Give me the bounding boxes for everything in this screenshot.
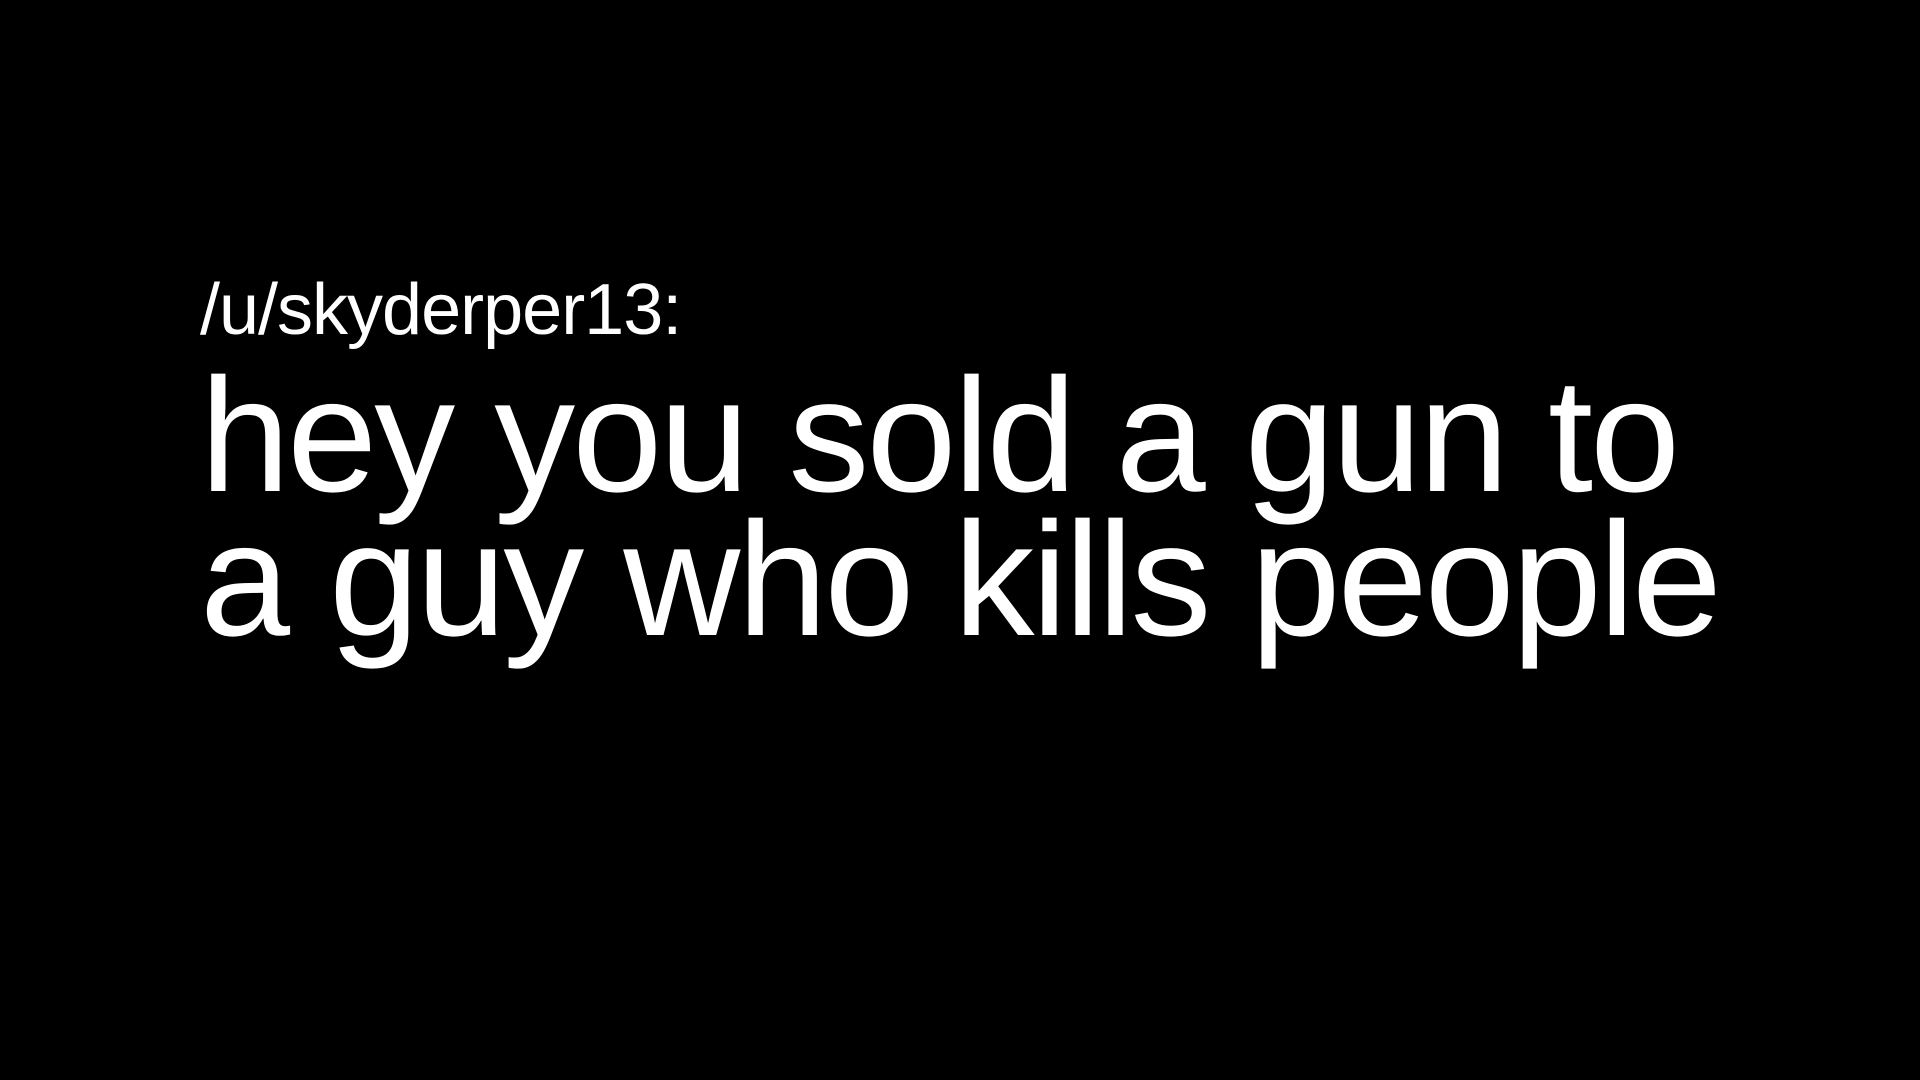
slide: /u/skyderper13: hey you sold a gun to a … [0,0,1920,1080]
username-label: /u/skyderper13: [200,270,682,350]
quote-text: hey you sold a gun to a guy who kills pe… [200,345,1760,670]
quote-line-1: hey you sold a gun to [200,345,1680,526]
quote-line-2: a guy who kills people [200,489,1722,670]
slide-content: /u/skyderper13: hey you sold a gun to a … [200,268,1760,670]
